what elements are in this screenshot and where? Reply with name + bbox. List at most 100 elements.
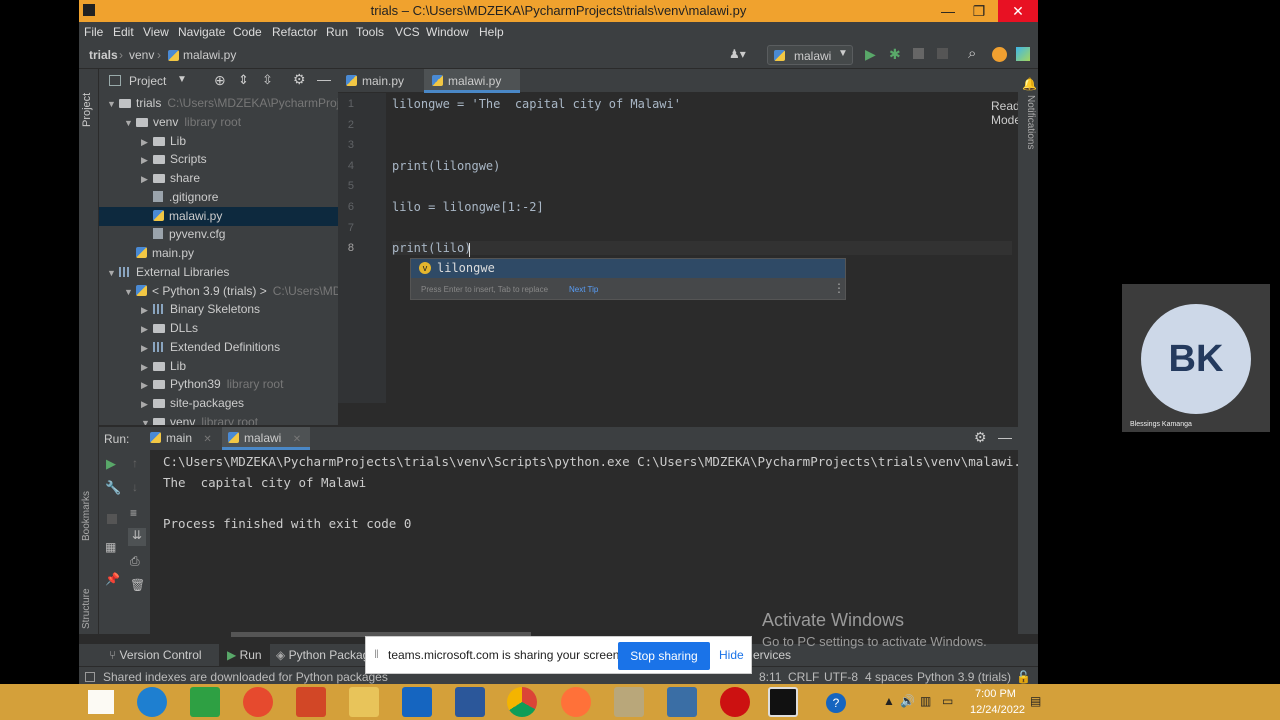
file-encoding[interactable]: UTF-8 (824, 670, 858, 684)
chevron-right-icon[interactable]: ▶ (141, 170, 153, 189)
menu-window[interactable]: Window (426, 25, 469, 39)
run-tool-tab[interactable]: ▶ Run (219, 644, 270, 666)
caret-position[interactable]: 8:11 (759, 670, 781, 684)
layout-icon[interactable]: ▦ (105, 540, 116, 554)
bell-icon[interactable]: 🔔 (1022, 77, 1037, 91)
debug-icon[interactable]: ✱ (889, 46, 901, 63)
menu-file[interactable]: File (84, 25, 103, 39)
more-options-icon[interactable]: ⋮ (833, 281, 845, 295)
gear-icon[interactable]: ⚙ (293, 71, 306, 88)
hide-button[interactable]: Hide (719, 648, 744, 662)
store-icon[interactable] (190, 687, 220, 717)
services-tab[interactable]: ervices (753, 648, 791, 662)
help-icon[interactable]: ? (826, 693, 846, 713)
indent-setting[interactable]: 4 spaces (865, 670, 913, 684)
down-icon[interactable]: ↓ (132, 480, 138, 494)
tree-item[interactable]: ▶ DLLs (99, 319, 338, 338)
bookmarks-tool-tab[interactable]: Bookmarks (81, 481, 97, 541)
wrench-icon[interactable]: 🔧 (105, 480, 121, 496)
breadcrumb-file[interactable]: malawi.py (183, 48, 236, 62)
menu-edit[interactable]: Edit (113, 25, 134, 39)
tree-item[interactable]: ▶ Lib (99, 357, 338, 376)
app-icon[interactable] (614, 687, 644, 717)
chevron-down-icon[interactable]: ▼ (107, 95, 119, 114)
scroll-to-end-icon[interactable]: ⇊ (128, 528, 146, 546)
calculator-icon[interactable] (667, 687, 697, 717)
stop-icon[interactable] (107, 514, 117, 524)
run-icon[interactable]: ▶ (865, 46, 876, 63)
run-tab-main[interactable]: main ✕ (144, 427, 222, 450)
menu-tools[interactable]: Tools (356, 25, 384, 39)
interpreter[interactable]: Python 3.9 (trials) (917, 670, 1011, 684)
chevron-right-icon[interactable]: ▶ (141, 339, 153, 358)
structure-tool-tab[interactable]: Structure (81, 569, 97, 629)
close-tab-icon[interactable]: ✕ (293, 434, 301, 445)
stop-icon[interactable] (937, 48, 948, 59)
breadcrumb-trials[interactable]: trials (89, 48, 118, 62)
completion-item[interactable]: v lilongwe (411, 259, 845, 278)
expand-all-icon[interactable]: ⇕ (238, 72, 249, 88)
volume-icon[interactable]: 🔊 (900, 694, 915, 708)
code-editor[interactable]: lilongwe = 'The capital city of Malawi' … (386, 93, 1030, 403)
tree-item[interactable]: ▼ trials C:\Users\MDZEKA\PycharmProjects\t… (99, 94, 338, 113)
status-toggle-icon[interactable] (85, 672, 95, 682)
chevron-down-icon[interactable]: ▼ (124, 283, 136, 302)
tree-item[interactable]: ▶ Scripts (99, 150, 338, 169)
opera-icon[interactable] (720, 687, 750, 717)
python-packages-tab[interactable]: ◈ Python Packag (276, 648, 369, 662)
close-icon[interactable]: ✕ (998, 0, 1038, 22)
chevron-right-icon[interactable]: ▶ (141, 133, 153, 152)
tree-item[interactable]: ▼ venv library root (99, 113, 338, 132)
status-message[interactable]: Shared indexes are downloaded for Python… (103, 670, 388, 684)
update-icon[interactable] (992, 47, 1007, 62)
tray-arrow-icon[interactable]: ▲ (883, 694, 895, 708)
menu-vcs[interactable]: VCS (395, 25, 420, 39)
search-icon[interactable]: ⌕ (968, 45, 976, 62)
tree-item[interactable]: ▶ site-packages (99, 394, 338, 413)
menu-refactor[interactable]: Refactor (272, 25, 317, 39)
next-tip-link[interactable]: Next Tip (569, 285, 598, 294)
mail-icon[interactable] (402, 687, 432, 717)
network-icon[interactable]: ▥ (920, 694, 931, 708)
run-config-select[interactable]: malawi ▼ (767, 45, 853, 65)
drag-handle-icon[interactable]: ‖ (374, 647, 379, 661)
gear-icon[interactable]: ⚙ (974, 429, 987, 446)
tree-item[interactable]: ▶ share (99, 169, 338, 188)
hide-icon[interactable]: — (998, 429, 1012, 445)
word-icon[interactable] (455, 687, 485, 717)
tree-item[interactable]: ▶ Python39 library root (99, 375, 338, 394)
trash-icon[interactable]: 🗑 (130, 578, 145, 592)
coverage-icon[interactable] (913, 48, 924, 59)
tab-main-py[interactable]: main.py (338, 69, 424, 93)
chevron-right-icon[interactable]: ▶ (141, 320, 153, 339)
firefox-icon[interactable] (561, 687, 591, 717)
tree-item[interactable]: main.py (99, 244, 338, 263)
chrome-icon[interactable] (507, 687, 537, 717)
print-icon[interactable]: ⎙ (130, 554, 140, 569)
app-icon[interactable] (243, 687, 273, 717)
pycharm-taskbar-icon[interactable] (768, 687, 798, 717)
menu-view[interactable]: View (143, 25, 169, 39)
rerun-icon[interactable]: ▶ (106, 456, 116, 472)
powerpoint-icon[interactable] (296, 687, 326, 717)
user-icon[interactable]: ♟▾ (729, 47, 746, 61)
close-tab-icon[interactable]: ✕ (203, 434, 211, 445)
menu-help[interactable]: Help (479, 25, 504, 39)
tree-item[interactable]: ▼ venv library root (99, 413, 338, 425)
ie-icon[interactable] (137, 687, 167, 717)
menu-code[interactable]: Code (233, 25, 262, 39)
project-tool-tab[interactable]: Project (81, 75, 97, 127)
notification-center-icon[interactable]: ▤ (1030, 694, 1041, 708)
lock-icon[interactable]: 🔓 (1016, 670, 1031, 684)
chevron-right-icon[interactable]: ▶ (141, 395, 153, 414)
chevron-right-icon[interactable]: ▶ (141, 301, 153, 320)
menu-navigate[interactable]: Navigate (178, 25, 225, 39)
menu-run[interactable]: Run (326, 25, 348, 39)
battery-icon[interactable]: ▭ (942, 694, 953, 708)
tree-item[interactable]: .gitignore (99, 188, 338, 207)
project-panel-title[interactable]: Project (129, 74, 166, 88)
chevron-down-icon[interactable]: ▼ (107, 264, 119, 283)
tree-item[interactable]: malawi.py (99, 206, 338, 226)
folder-icon[interactable] (349, 687, 379, 717)
version-control-tab[interactable]: ⑂ Version Control (109, 648, 202, 662)
